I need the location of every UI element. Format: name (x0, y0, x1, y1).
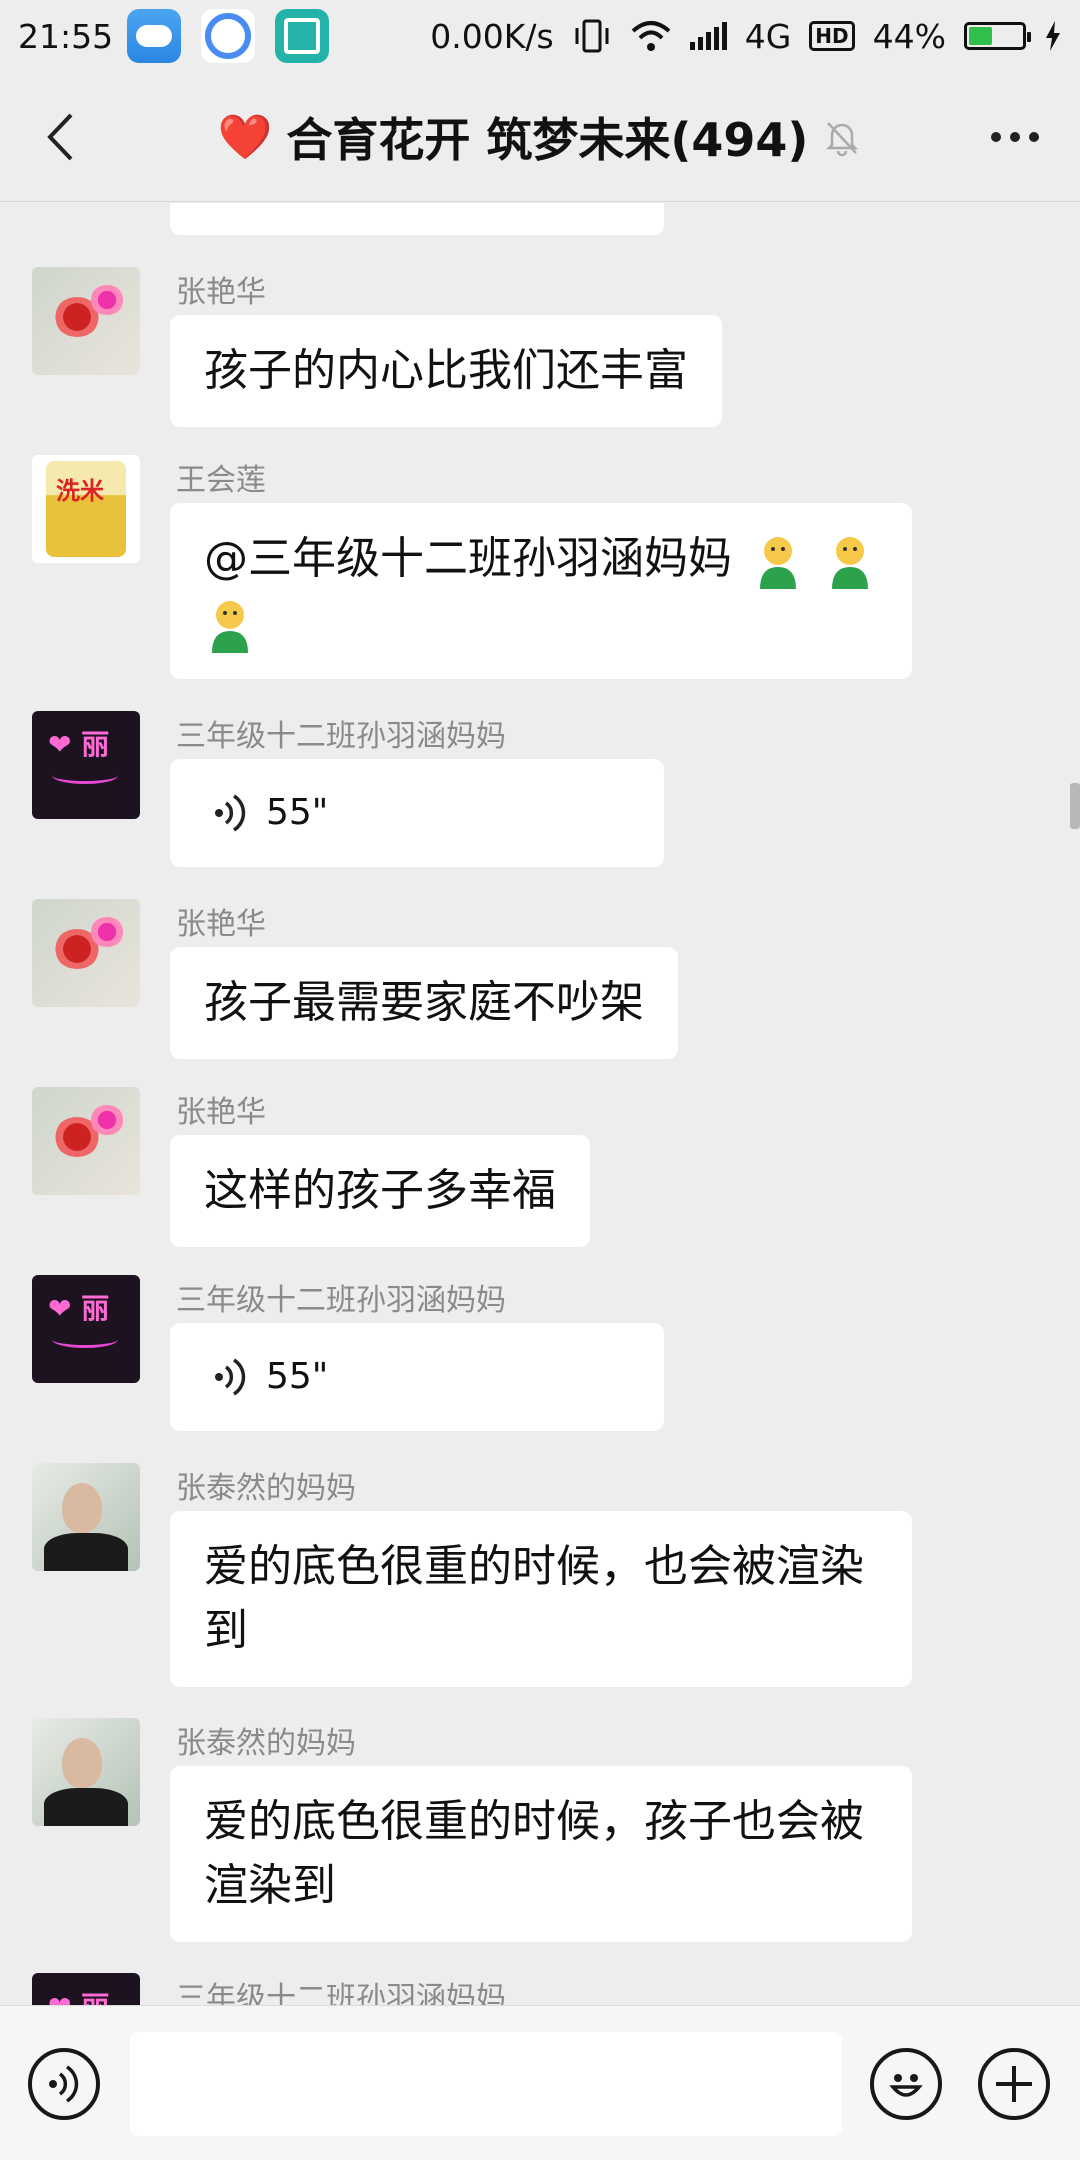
voice-message-bubble[interactable]: 55" (170, 1323, 664, 1431)
woman-avatar[interactable] (32, 1463, 140, 1571)
chat-header: ❤️ 合育花开 筑梦未来(494) (0, 72, 1080, 202)
message-item: 三年级十二班孙羽涵妈妈 55" (0, 711, 1080, 871)
sender-name: 张艳华 (176, 907, 266, 942)
sender-name: 张艳华 (176, 275, 266, 310)
weather-icon (127, 9, 182, 63)
green-person-emoji-icon (752, 533, 804, 589)
more-dots-icon[interactable] (980, 107, 1050, 167)
sender-name: 三年级十二班孙羽涵妈妈 (176, 719, 506, 754)
flower-avatar[interactable] (32, 899, 140, 1007)
green-person-emoji-icon (204, 597, 256, 653)
message-item: 张艳华 这样的孩子多幸福 (0, 1087, 1080, 1247)
sender-name: 王会莲 (176, 463, 266, 498)
hd-badge: HD (809, 21, 855, 51)
woman-avatar[interactable] (32, 1718, 140, 1826)
flower-avatar[interactable] (32, 1087, 140, 1195)
neon-avatar[interactable] (32, 1275, 140, 1383)
signal-icon (689, 22, 727, 50)
battery-percent: 44% (872, 16, 946, 56)
message-item: 张艳华 孩子最需要家庭不吵架 (0, 899, 1080, 1059)
neon-avatar[interactable] (32, 711, 140, 819)
status-bar: 21:55 0.00K/s 4G HD 44% (0, 0, 1080, 72)
voice-wave-icon (215, 1358, 246, 1396)
flower-avatar[interactable] (32, 267, 140, 375)
mention-text: @三年级十二班孙羽涵妈妈 (204, 533, 732, 584)
message-bubble[interactable]: 爱的底色很重的时候，也会被渲染到 (170, 1511, 912, 1687)
voice-message-bubble[interactable]: 55" (170, 759, 664, 867)
input-bar (0, 2005, 1080, 2160)
message-bubble[interactable]: 孩子的内心比我们还丰富 (170, 315, 722, 427)
vibrate-icon (575, 19, 609, 53)
neon-avatar[interactable] (32, 1973, 140, 2005)
scan-icon (275, 9, 330, 63)
message-bubble[interactable]: @三年级十二班孙羽涵妈妈 (170, 503, 912, 679)
status-time: 21:55 (18, 16, 114, 56)
partial-message-bubble (170, 203, 664, 235)
message-bubble[interactable]: 这样的孩子多幸福 (170, 1135, 590, 1247)
rice-bag-avatar[interactable] (32, 455, 140, 563)
message-bubble[interactable]: 爱的底色很重的时候，孩子也会被渲染到 (170, 1766, 912, 1942)
message-item: 王会莲 @三年级十二班孙羽涵妈妈 (0, 455, 1080, 685)
scrollbar-thumb[interactable] (1070, 783, 1080, 829)
message-item: 张泰然的妈妈 爱的底色很重的时候，也会被渲染到 (0, 1463, 1080, 1693)
sender-name: 张泰然的妈妈 (176, 1726, 356, 1761)
message-item: 三年级十二班孙羽涵妈妈 55" (0, 1275, 1080, 1435)
message-bubble[interactable]: 孩子最需要家庭不吵架 (170, 947, 678, 1059)
smiley-icon[interactable] (870, 2048, 942, 2120)
sender-name: 三年级十二班孙羽涵妈妈 (176, 1981, 506, 2005)
plus-icon[interactable] (978, 2048, 1050, 2120)
message-item: 张泰然的妈妈 爱的底色很重的时候，孩子也会被渲染到 (0, 1718, 1080, 1948)
chat-title: 合育花开 筑梦未来(494) (286, 112, 809, 167)
message-item: 三年级十二班孙羽涵妈妈 (0, 1973, 1080, 2005)
voice-duration: 55" (266, 1356, 329, 1397)
message-item: 张艳华 孩子的内心比我们还丰富 (0, 267, 1080, 427)
heart-icon: ❤️ (217, 111, 273, 163)
network-type: 4G (744, 16, 792, 56)
message-input[interactable] (130, 2032, 842, 2136)
message-list[interactable]: 张艳华 孩子的内心比我们还丰富 王会莲 @三年级十二班孙羽涵妈妈 三年级十二班孙… (0, 203, 1080, 2005)
browser-icon (201, 9, 256, 63)
green-person-emoji-icon (824, 533, 876, 589)
charging-icon (1046, 21, 1060, 51)
voice-input-icon[interactable] (28, 2048, 100, 2120)
sender-name: 张艳华 (176, 1095, 266, 1130)
sender-name: 张泰然的妈妈 (176, 1471, 356, 1506)
voice-wave-icon (215, 794, 246, 832)
wifi-icon (631, 21, 671, 51)
chat-title-group: ❤️ 合育花开 筑梦未来(494) (0, 104, 1080, 170)
voice-duration: 55" (266, 792, 329, 833)
battery-icon (964, 22, 1031, 50)
bell-muted-icon (826, 121, 859, 156)
sender-name: 三年级十二班孙羽涵妈妈 (176, 1283, 506, 1318)
network-speed: 0.00K/s (430, 16, 554, 56)
